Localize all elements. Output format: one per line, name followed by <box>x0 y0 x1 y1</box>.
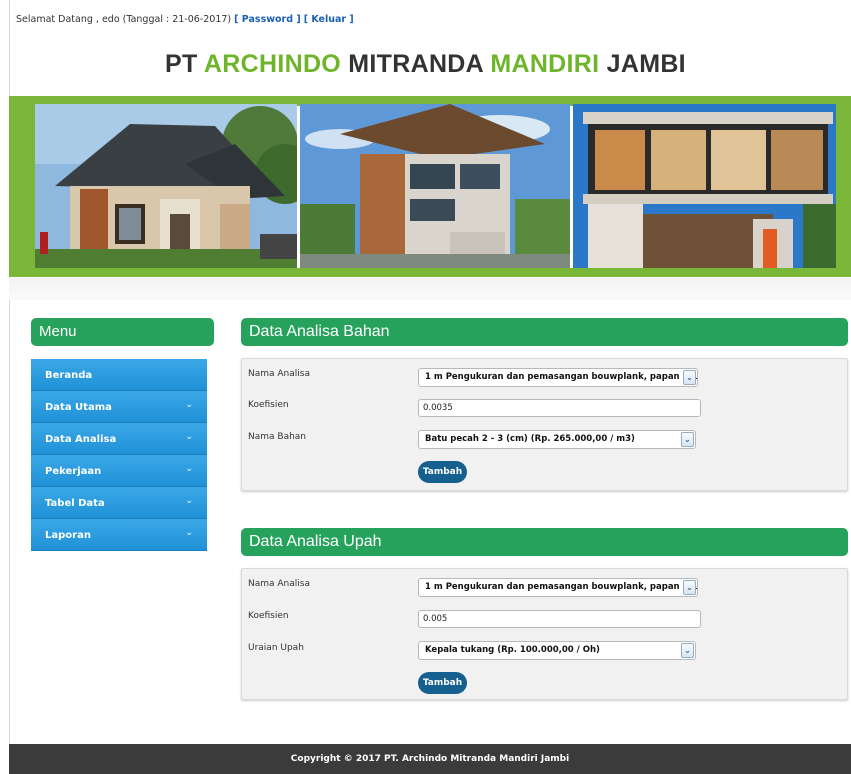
chevron-down-icon: ⌄ <box>185 432 193 442</box>
menu-item-data-analisa[interactable]: Data Analisa ⌄ <box>31 423 207 455</box>
bahan-nama-analisa-value: 1 m Pengukuran dan pemasangan bouwplank,… <box>425 372 698 382</box>
banner-band-left <box>9 96 35 275</box>
upah-nama-analisa-select[interactable]: 1 m Pengukuran dan pemasangan bouwplank,… <box>418 578 698 597</box>
banner-band-right <box>836 96 851 275</box>
upah-nama-analisa-value: 1 m Pengukuran dan pemasangan bouwplank,… <box>425 582 698 592</box>
title-pt: PT <box>165 50 198 78</box>
upah-nama-analisa-label: Nama Analisa <box>248 579 310 589</box>
bahan-section-title: Data Analisa Bahan <box>241 318 848 346</box>
sidebar-menu: Beranda Data Utama ⌄ Data Analisa ⌄ Peke… <box>31 359 207 551</box>
chevron-down-icon: ⌄ <box>185 528 193 538</box>
title-mitranda: MITRANDA <box>348 50 484 78</box>
upah-koefisien-input[interactable]: 0.005 <box>418 610 701 628</box>
chevron-down-icon: ⌄ <box>185 400 193 410</box>
menu-item-tabel-data[interactable]: Tabel Data ⌄ <box>31 487 207 519</box>
menu-item-label: Data Analisa <box>45 434 117 445</box>
dropdown-arrow-icon: ⌄ <box>683 580 696 595</box>
dropdown-arrow-icon: ⌄ <box>681 643 694 658</box>
menu-item-label: Data Utama <box>45 402 112 413</box>
house-photo-2 <box>300 104 570 271</box>
header-divider <box>9 278 851 300</box>
upah-koefisien-label: Koefisien <box>248 611 289 621</box>
menu-item-beranda[interactable]: Beranda <box>31 359 207 391</box>
bahan-nama-bahan-select[interactable]: Batu pecah 2 - 3 (cm) (Rp. 265.000,00 / … <box>418 430 696 449</box>
house-photo-1 <box>35 104 297 271</box>
upah-form: Nama Analisa 1 m Pengukuran dan pemasang… <box>241 568 848 700</box>
welcome-text: Selamat Datang , edo (Tanggal : 21-06-20… <box>16 14 232 25</box>
upah-tambah-button[interactable]: Tambah <box>418 672 467 694</box>
site-title: PT ARCHINDO MITRANDA MANDIRI JAMBI <box>0 50 851 79</box>
upah-section-title: Data Analisa Upah <box>241 528 848 556</box>
chevron-down-icon: ⌄ <box>185 464 193 474</box>
dropdown-arrow-icon: ⌄ <box>683 370 696 385</box>
dropdown-arrow-icon: ⌄ <box>681 432 694 447</box>
chevron-down-icon: ⌄ <box>185 496 193 506</box>
bahan-tambah-button[interactable]: Tambah <box>418 461 467 483</box>
bahan-koefisien-label: Koefisien <box>248 400 289 410</box>
bahan-nama-bahan-label: Nama Bahan <box>248 432 307 442</box>
upah-uraian-select[interactable]: Kepala tukang (Rp. 100.000,00 / Oh) ⌄ <box>418 641 696 660</box>
menu-item-laporan[interactable]: Laporan ⌄ <box>31 519 207 551</box>
bahan-koefisien-input[interactable]: 0.0035 <box>418 399 701 417</box>
footer-copyright: Copyright © 2017 PT. Archindo Mitranda M… <box>9 744 851 774</box>
title-archindo: ARCHINDO <box>203 50 342 78</box>
menu-item-label: Tabel Data <box>45 498 105 509</box>
menu-title: Menu <box>31 318 214 346</box>
title-jambi: JAMBI <box>606 50 686 78</box>
upah-uraian-value: Kepala tukang (Rp. 100.000,00 / Oh) <box>425 645 600 655</box>
house-photo-3 <box>573 104 836 271</box>
menu-item-label: Beranda <box>45 370 93 381</box>
menu-item-label: Laporan <box>45 530 91 541</box>
bahan-nama-analisa-label: Nama Analisa <box>248 369 310 379</box>
bahan-nama-bahan-value: Batu pecah 2 - 3 (cm) (Rp. 265.000,00 / … <box>425 434 635 444</box>
menu-item-pekerjaan[interactable]: Pekerjaan ⌄ <box>31 455 207 487</box>
bahan-nama-analisa-select[interactable]: 1 m Pengukuran dan pemasangan bouwplank,… <box>418 368 698 387</box>
logout-link[interactable]: [ Keluar ] <box>304 14 354 25</box>
welcome-bar: Selamat Datang , edo (Tanggal : 21-06-20… <box>16 14 354 25</box>
password-link[interactable]: [ Password ] <box>234 14 301 25</box>
menu-item-data-utama[interactable]: Data Utama ⌄ <box>31 391 207 423</box>
banner-band-bottom <box>9 268 851 277</box>
menu-item-label: Pekerjaan <box>45 466 102 477</box>
title-mandiri: MANDIRI <box>490 50 600 78</box>
bahan-form: Nama Analisa 1 m Pengukuran dan pemasang… <box>241 358 848 491</box>
upah-uraian-label: Uraian Upah <box>248 643 304 653</box>
